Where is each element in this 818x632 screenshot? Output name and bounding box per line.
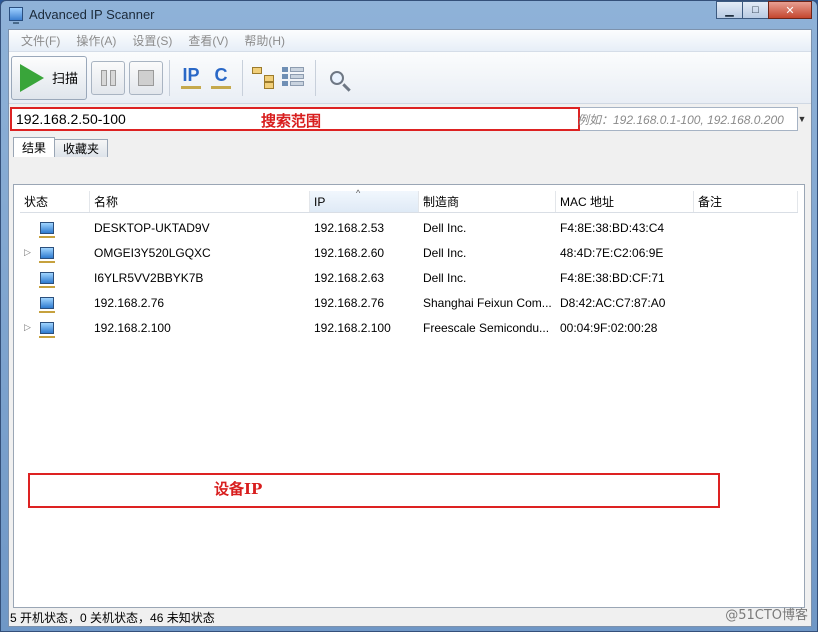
scan-button[interactable]: 扫描 (11, 55, 87, 100)
expand-all-button[interactable] (251, 61, 277, 95)
cell-name: 192.168.2.76 (94, 295, 165, 310)
cell-name: OMGEI3Y520LGQXC (94, 245, 211, 260)
c-icon: C (214, 65, 228, 85)
results-panel: 状态 名称 IP ^ 制造商 MAC 地址 备注 DESKTOP-UKTAD9V… (13, 184, 805, 608)
table-row[interactable]: 192.168.2.76 192.168.2.76 Shanghai Feixun … (20, 290, 798, 315)
cell-vendor: Dell Inc. (423, 220, 467, 235)
menu-help[interactable]: 帮助(H) (236, 32, 293, 49)
cell-mac: F4:8E:38:BD:43:C4 (560, 220, 665, 235)
cell-ip: 192.168.2.60 (314, 245, 385, 260)
app-icon (9, 7, 23, 24)
cell-vendor: Shanghai Feixun Com... (423, 295, 552, 310)
table-row[interactable]: ▷ 192.168.2.100 192.168.2.100 Freescale Sem… (20, 315, 798, 340)
cell-name: 192.168.2.100 (94, 320, 171, 335)
cell-vendor: Dell Inc. (423, 245, 467, 260)
watermark: @51CTO博客 (725, 608, 808, 623)
search-icon (330, 70, 344, 85)
status-bar: 5 开机状态，0 关机状态，46 未知状态 (9, 608, 811, 626)
app-window: Advanced IP Scanner ▁ □ ✕ 文件(F) 操作(A) 设置… (0, 0, 818, 632)
window-title: Advanced IP Scanner (29, 6, 155, 22)
class-c-button[interactable]: C (208, 61, 234, 95)
column-vendor[interactable]: 制造商 (419, 191, 556, 212)
cell-ip: 192.168.2.76 (314, 295, 385, 310)
results-list: DESKTOP-UKTAD9V 192.168.2.53 Dell Inc. F4:8… (20, 215, 798, 340)
cell-name: I6YLR5VV2BBYK7B (94, 270, 204, 285)
window-controls: ▁ □ ✕ (716, 1, 812, 19)
chevron-down-icon[interactable]: ▼ (795, 112, 809, 126)
ip-icon: IP (182, 65, 200, 85)
toolbar-separator (169, 59, 170, 96)
toolbar: 扫描 IP C (9, 52, 811, 104)
tab-bar: 结果 收藏夹 (9, 137, 811, 157)
table-row[interactable]: DESKTOP-UKTAD9V 192.168.2.53 Dell Inc. F4:8… (20, 215, 798, 240)
pause-icon (100, 69, 116, 86)
computer-icon (39, 321, 55, 338)
expand-icon[interactable]: ▷ (24, 322, 34, 333)
status-text: 5 开机状态，0 关机状态，46 未知状态 (10, 610, 215, 625)
table-row[interactable]: ▷ OMGEI3Y520LGQXC 192.168.2.60 Dell Inc. 48:… (20, 240, 798, 265)
column-comments[interactable]: 备注 (694, 191, 798, 212)
range-annotation: 搜索范围 (261, 112, 322, 130)
device-annotation: 设备IP (214, 480, 263, 498)
list-header: 状态 名称 IP ^ 制造商 MAC 地址 备注 (20, 188, 798, 213)
close-button[interactable]: ✕ (768, 1, 812, 19)
column-mac[interactable]: MAC 地址 (556, 191, 694, 212)
search-button[interactable] (324, 61, 350, 95)
cell-mac: 48:4D:7E:C2:06:9E (560, 245, 664, 260)
column-ip-label: IP (314, 194, 326, 209)
play-icon (20, 63, 44, 92)
cell-mac: D8:42:AC:C7:87:A0 (560, 295, 666, 310)
list-icon (282, 66, 306, 89)
tab-favorites[interactable]: 收藏夹 (54, 139, 109, 157)
cell-vendor: Dell Inc. (423, 270, 467, 285)
tab-results[interactable]: 结果 (13, 137, 56, 157)
computer-icon (39, 246, 55, 263)
cell-ip: 192.168.2.100 (314, 320, 391, 335)
title-bar[interactable]: Advanced IP Scanner ▁ □ ✕ (1, 1, 817, 27)
table-row[interactable]: I6YLR5VV2BBYK7B 192.168.2.63 Dell Inc. F4:8… (20, 265, 798, 290)
toolbar-separator (242, 59, 243, 96)
computer-icon (39, 296, 55, 313)
menu-actions[interactable]: 操作(A) (68, 32, 124, 49)
cell-name: DESKTOP-UKTAD9V (94, 220, 210, 235)
expand-icon[interactable]: ▷ (24, 247, 34, 258)
ip-range-button[interactable]: IP (178, 61, 204, 95)
menu-view[interactable]: 查看(V) (180, 32, 236, 49)
menu-bar: 文件(F) 操作(A) 设置(S) 查看(V) 帮助(H) (9, 30, 811, 52)
maximize-button[interactable]: □ (742, 1, 769, 19)
cell-mac: 00:04:9F:02:00:28 (560, 320, 658, 335)
computer-icon (39, 221, 55, 238)
menu-settings[interactable]: 设置(S) (124, 32, 180, 49)
cell-ip: 192.168.2.53 (314, 220, 385, 235)
ip-range-row: 192.168.2.50-100 搜索范围 例如：192.168.0.1-100… (9, 106, 811, 134)
column-status[interactable]: 状态 (20, 191, 90, 212)
tree-icon (252, 66, 276, 89)
stop-icon (138, 69, 154, 86)
pause-button[interactable] (91, 60, 125, 95)
minimize-button[interactable]: ▁ (716, 1, 743, 19)
device-highlight-box (28, 473, 720, 508)
column-ip[interactable]: IP ^ (310, 188, 419, 212)
stop-button[interactable] (129, 60, 163, 95)
sort-ascending-icon: ^ (356, 188, 361, 198)
computer-icon (39, 271, 55, 288)
cell-mac: F4:8E:38:BD:CF:71 (560, 270, 665, 285)
cell-ip: 192.168.2.63 (314, 270, 385, 285)
cell-vendor: Freescale Semicondu... (423, 320, 550, 335)
toolbar-separator (315, 59, 316, 96)
menu-file[interactable]: 文件(F) (13, 32, 68, 49)
range-hint: 例如：192.168.0.1-100, 192.168.0.200 (577, 113, 784, 127)
client-area: 文件(F) 操作(A) 设置(S) 查看(V) 帮助(H) 扫描 IP C 19… (8, 29, 812, 627)
collapse-all-button[interactable] (281, 61, 307, 95)
scan-button-label: 扫描 (52, 71, 79, 86)
column-name[interactable]: 名称 (90, 191, 310, 212)
